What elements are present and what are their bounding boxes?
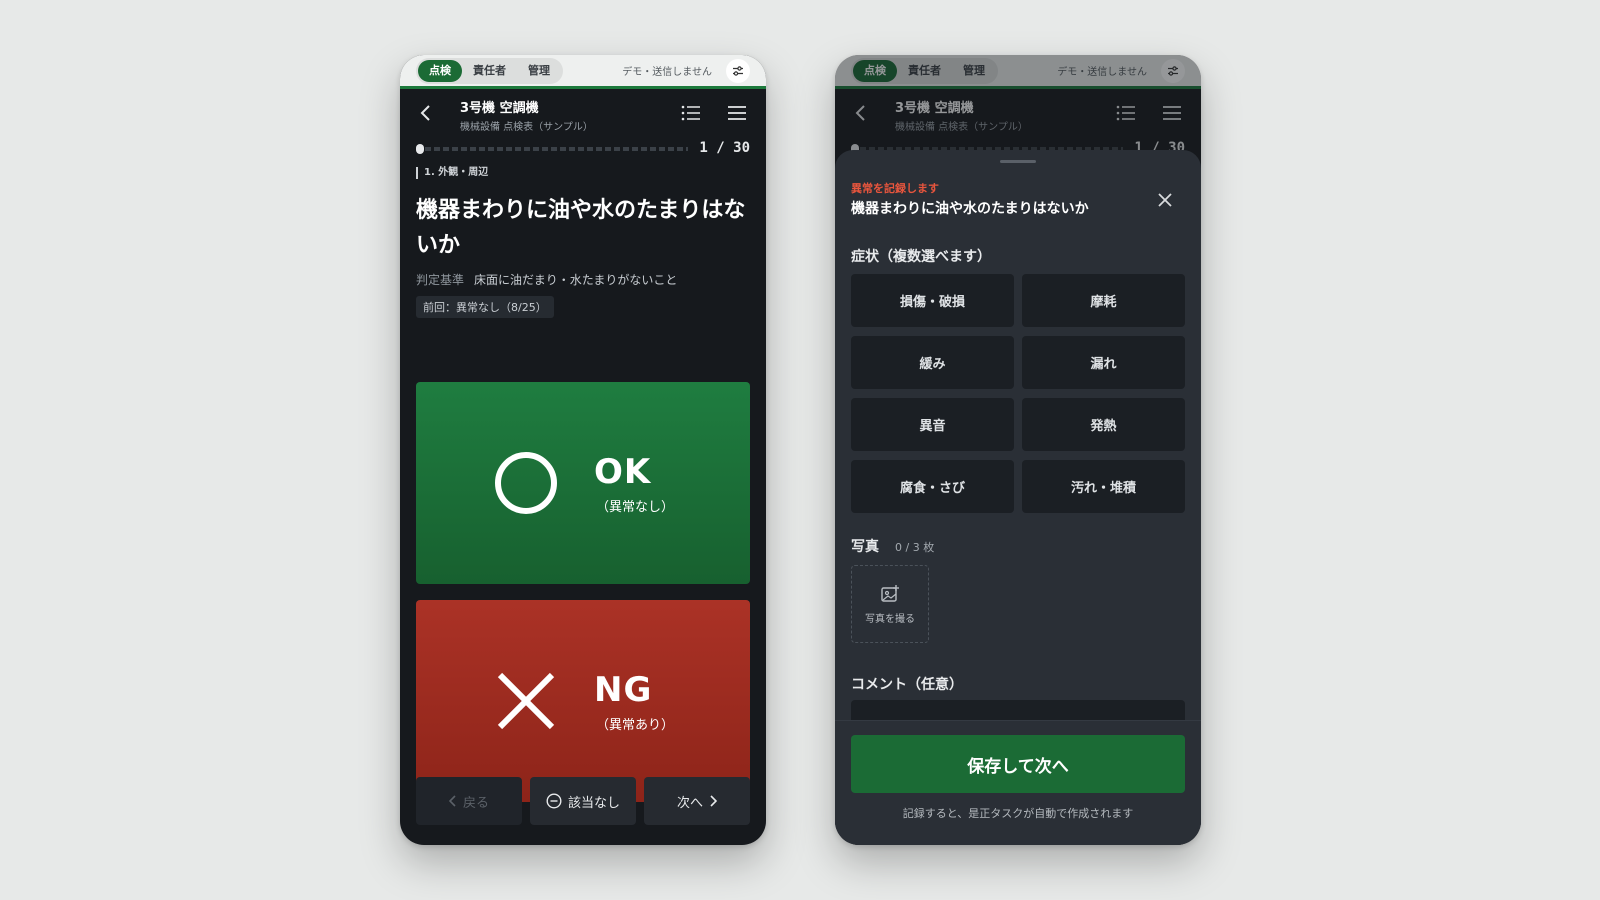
add-photo-icon [881, 584, 899, 602]
hamburger-menu-icon [1163, 106, 1181, 120]
symptom-chip[interactable]: 摩耗 [1022, 274, 1185, 327]
progress-track [416, 147, 688, 151]
chevron-left-icon [855, 105, 865, 121]
sheet-footer: 保存して次へ 記録すると、是正タスクが自動で作成されます [835, 720, 1201, 845]
circle-icon [495, 452, 557, 514]
list-icon [1116, 105, 1135, 121]
header: 3号機 空調機 機械設備 点検表（サンプル） [400, 89, 766, 137]
photo-count: 0 / 3 枚 [895, 541, 935, 554]
mode-tabs: 点検 責任者 管理 [416, 57, 563, 84]
criteria-label: 判定基準 [416, 273, 465, 287]
take-photo-button[interactable]: 写真を撮る [851, 565, 929, 643]
mode-bar: 点検 責任者 管理 デモ・送信しません [400, 55, 766, 89]
header: 3号機 空調機 機械設備 点検表（サンプル） [835, 89, 1201, 137]
ng-sublabel: （異常あり） [596, 717, 675, 733]
symptom-grid: 損傷・破損 摩耗 緩み 漏れ 異音 発熱 腐食・さび 汚れ・堆積 [851, 274, 1185, 513]
tab-admin[interactable]: 管理 [517, 60, 561, 82]
not-applicable-button[interactable]: 該当なし [530, 777, 636, 825]
progress-row: 1 / 30 [400, 137, 766, 163]
chevron-right-icon [710, 795, 717, 807]
cross-icon [497, 672, 555, 730]
chevron-left-icon [420, 105, 430, 121]
photo-title: 写真 [851, 539, 879, 555]
ok-text: OK （異常なし） [594, 452, 674, 515]
progress-count: 1 / 30 [699, 140, 750, 156]
minus-circle-icon [546, 793, 562, 809]
list-icon[interactable] [680, 103, 702, 123]
previous-result-badge: 前回：異常なし（8/25） [416, 296, 554, 318]
save-note: 記録すると、是正タスクが自動で作成されます [902, 807, 1134, 820]
back-button [851, 101, 871, 125]
demo-note: デモ・送信しません [622, 67, 712, 78]
close-icon[interactable] [1155, 190, 1175, 210]
settings-button [1161, 58, 1185, 83]
symptom-chip[interactable]: 発熱 [1022, 398, 1185, 451]
symptom-chip[interactable]: 漏れ [1022, 336, 1185, 389]
ng-text: NG （異常あり） [594, 670, 674, 733]
ng-label: NG [594, 669, 653, 710]
symptom-chip[interactable]: 緩み [851, 336, 1014, 389]
symptom-title: 症状（複数選べます） [851, 249, 991, 265]
sheet-question: 機器まわりに油や水のたまりはないか [851, 201, 1089, 217]
tab-inspection[interactable]: 点検 [418, 59, 462, 82]
item-question: 機器まわりに油や水のたまりはないか [416, 198, 746, 258]
dimmed-background: 点検 責任者 管理 デモ・送信しません 3号機 空調機 機械設備 点検表（サンプ… [835, 55, 1201, 163]
tab-responsible: 責任者 [908, 63, 941, 77]
abnormal-record-sheet: 異常を記録します 機器まわりに油や水のたまりはないか 症状（複数選べます） 損傷… [835, 150, 1201, 845]
mode-tabs: 点検 責任者 管理 [851, 57, 998, 84]
title-block: 3号機 空調機 機械設備 点検表（サンプル） [895, 97, 1028, 133]
phone-inspection-screen: 点検 責任者 管理 デモ・送信しません 3号機 空調機 機械設備 点検表（サンプ… [400, 55, 766, 845]
footer-nav: 戻る 該当なし 次へ [416, 777, 750, 825]
hamburger-menu-icon[interactable] [726, 103, 748, 123]
tab-inspection: 点検 [853, 59, 897, 82]
sliders-icon [733, 65, 743, 76]
symptom-chip[interactable]: 腐食・さび [851, 460, 1014, 513]
save-and-next-button[interactable]: 保存して次へ [851, 735, 1185, 793]
tab-responsible[interactable]: 責任者 [462, 60, 517, 82]
next-button[interactable]: 次へ [644, 777, 750, 825]
machine-title: 3号機 空調機 [895, 101, 974, 116]
progress-indicator [416, 144, 424, 154]
ng-button[interactable]: NG （異常あり） [416, 600, 750, 802]
sheet-drag-handle[interactable] [1000, 160, 1036, 163]
criteria-text: 床面に油だまり・水たまりがないこと [474, 273, 678, 287]
machine-title: 3号機 空調機 [460, 101, 539, 116]
title-block: 3号機 空調機 機械設備 点検表（サンプル） [460, 97, 593, 133]
not-applicable-label: 該当なし [567, 795, 620, 811]
tab-admin: 管理 [963, 63, 985, 77]
section-label: 1. 外観・周辺 [416, 167, 750, 179]
ok-sublabel: （異常なし） [596, 499, 675, 515]
prev-button[interactable]: 戻る [416, 777, 522, 825]
symptom-chip[interactable]: 損傷・破損 [851, 274, 1014, 327]
ok-button[interactable]: OK （異常なし） [416, 382, 750, 584]
ok-label: OK [594, 451, 652, 492]
mode-bar: 点検 責任者 管理 デモ・送信しません [835, 55, 1201, 89]
prev-label: 戻る [462, 795, 489, 811]
chevron-left-icon [448, 795, 456, 807]
comment-field[interactable] [851, 700, 1185, 720]
demo-note: デモ・送信しません [1057, 67, 1147, 78]
settings-button[interactable] [726, 58, 750, 83]
take-photo-label: 写真を撮る [865, 613, 915, 625]
criteria: 判定基準 床面に油だまり・水たまりがないこと [416, 271, 750, 288]
next-label: 次へ [676, 795, 703, 811]
sliders-icon [1168, 65, 1178, 76]
symptom-chip[interactable]: 異音 [851, 398, 1014, 451]
sheet-subtitle: 機械設備 点検表（サンプル） [895, 122, 1028, 133]
abnormal-label: 異常を記録します [851, 182, 939, 195]
comment-title: コメント（任意） [851, 677, 963, 693]
back-button[interactable] [416, 101, 436, 125]
phone-abnormal-record-screen: 点検 責任者 管理 デモ・送信しません 3号機 空調機 機械設備 点検表（サンプ… [835, 55, 1201, 845]
symptom-chip[interactable]: 汚れ・堆積 [1022, 460, 1185, 513]
sheet-subtitle: 機械設備 点検表（サンプル） [460, 122, 593, 133]
